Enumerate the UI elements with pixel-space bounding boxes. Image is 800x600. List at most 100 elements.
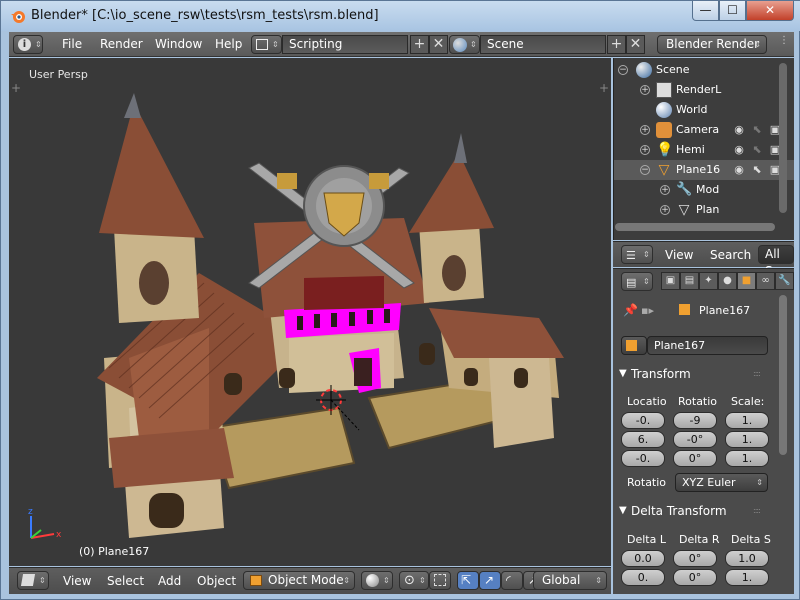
- rotation-mode-dropdown[interactable]: XYZ Euler ⇕: [675, 473, 768, 492]
- eye-icon[interactable]: ◉: [732, 123, 746, 137]
- outliner-panel[interactable]: − Scene + RenderL World + Camera ◉ ⬉ ▣ +…: [613, 58, 794, 240]
- castle-model[interactable]: z x: [9, 58, 611, 566]
- outliner-row-scene[interactable]: − Scene: [614, 60, 794, 80]
- maximize-button[interactable]: ☐: [719, 1, 746, 21]
- location-z-field[interactable]: -0.: [621, 450, 665, 467]
- outliner-display-dropdown[interactable]: All Sc: [758, 245, 794, 278]
- grip-icon: ⋮: [779, 35, 789, 46]
- scene-icon: [453, 38, 467, 52]
- object-name-field[interactable]: Plane167: [647, 336, 768, 355]
- cursor-select-icon[interactable]: ⬉: [750, 123, 764, 137]
- shading-dropdown[interactable]: ⇕: [361, 571, 393, 590]
- render-layers-tab-icon[interactable]: ▤: [680, 272, 699, 290]
- menu-file[interactable]: File: [62, 37, 82, 51]
- pivot-dropdown[interactable]: ⊙ ⇕: [399, 571, 429, 590]
- screen-layout-selector[interactable]: ⇕: [251, 35, 282, 54]
- chevron-updown-icon: ⇕: [756, 478, 763, 487]
- delta-scale-y-field[interactable]: 1.: [725, 569, 769, 586]
- collapse-icon[interactable]: −: [640, 165, 650, 175]
- info-icon: i: [18, 38, 31, 51]
- panel-grip-icon[interactable]: ::::: [753, 369, 761, 378]
- cursor-select-icon[interactable]: ⬉: [750, 143, 764, 157]
- screen-layout-field[interactable]: Scripting: [282, 35, 408, 54]
- outliner-row-world[interactable]: World: [614, 100, 794, 120]
- delta-rotation-x-field[interactable]: 0°: [673, 550, 717, 567]
- outliner-row-mesh-data[interactable]: + ▽ Plan: [614, 200, 794, 220]
- close-button[interactable]: ✕: [746, 1, 794, 21]
- outliner-horizontal-scrollbar[interactable]: [615, 223, 775, 231]
- world-tab-icon[interactable]: ●: [718, 272, 737, 290]
- outliner-vertical-scrollbar[interactable]: [779, 63, 787, 213]
- menu-window[interactable]: Window: [155, 37, 202, 51]
- rotation-x-field[interactable]: -9: [673, 412, 717, 429]
- menu-view[interactable]: View: [63, 574, 91, 588]
- collapse-icon[interactable]: −: [618, 65, 628, 75]
- modifiers-tab-icon[interactable]: 🔧: [775, 272, 794, 290]
- mode-dropdown[interactable]: Object Mode ⇕: [243, 571, 355, 590]
- delta-location-x-field[interactable]: 0.0: [621, 550, 665, 567]
- delta-scale-x-field[interactable]: 1.0: [725, 550, 769, 567]
- editor-type-button[interactable]: i ⇕: [13, 35, 43, 54]
- eye-icon[interactable]: ◉: [732, 143, 746, 157]
- object-datablock-selector[interactable]: [621, 336, 647, 355]
- delta-rotation-y-field[interactable]: 0°: [673, 569, 717, 586]
- outliner-row-plane[interactable]: − ▽ Plane16 ◉ ⬉ ▣: [614, 160, 794, 180]
- scene-tab-icon[interactable]: ✦: [699, 272, 718, 290]
- manipulator-toggle[interactable]: [429, 571, 451, 590]
- scale-x-field[interactable]: 1.: [725, 412, 769, 429]
- outliner-menu-view[interactable]: View: [665, 248, 693, 262]
- window-title: Blender* [C:\io_scene_rsw\tests\rsm_test…: [31, 8, 379, 23]
- constraints-tab-icon[interactable]: ∞: [756, 272, 775, 290]
- location-y-field[interactable]: 6.: [621, 431, 665, 448]
- outliner-menu-search[interactable]: Search: [710, 248, 751, 262]
- render-tab-icon[interactable]: ▣: [661, 272, 680, 290]
- rotate-toggle[interactable]: ↗: [479, 571, 501, 590]
- outliner-row-hemi[interactable]: + 💡 Hemi ◉ ⬉ ▣: [614, 140, 794, 160]
- scene-field[interactable]: Scene: [480, 35, 606, 54]
- properties-editor-type[interactable]: ▤ ⇕: [621, 272, 653, 291]
- delta-location-y-field[interactable]: 0.: [621, 569, 665, 586]
- add-scene-icon[interactable]: +: [607, 35, 626, 54]
- delta-location-label: Delta L: [627, 533, 666, 546]
- eye-icon[interactable]: ◉: [732, 163, 746, 177]
- scale-y-field[interactable]: 1.: [725, 431, 769, 448]
- orientation-dropdown[interactable]: Global ⇕: [533, 571, 607, 590]
- expand-icon[interactable]: +: [640, 85, 650, 95]
- editor-type-button[interactable]: ⇕: [17, 571, 49, 590]
- outliner-editor-type[interactable]: ☰ ⇕: [621, 245, 653, 264]
- translate-toggle[interactable]: ⇱: [457, 571, 479, 590]
- render-engine-dropdown[interactable]: Blender Render ⇕: [657, 35, 767, 54]
- context-chain-icon: ▪▸: [641, 304, 654, 317]
- menu-help[interactable]: Help: [215, 37, 242, 51]
- expand-icon[interactable]: +: [660, 185, 670, 195]
- 3d-viewport[interactable]: + + User Persp z x (0) Plane167: [9, 58, 611, 566]
- outliner-row-renderlayers[interactable]: + RenderL: [614, 80, 794, 100]
- scale-icon: ◜: [506, 573, 511, 587]
- minimize-button[interactable]: —: [692, 1, 719, 21]
- expand-icon[interactable]: +: [640, 125, 650, 135]
- rotation-z-field[interactable]: 0°: [673, 450, 717, 467]
- pin-icon[interactable]: 📌: [623, 303, 638, 317]
- properties-panel[interactable]: ▤ ⇕ ▣ ▤ ✦ ● ■ ∞ 🔧 📌 ▪▸ Plane167 Plane167…: [613, 268, 794, 594]
- location-x-field[interactable]: -0.: [621, 412, 665, 429]
- expand-icon[interactable]: +: [640, 145, 650, 155]
- expand-icon[interactable]: +: [660, 205, 670, 215]
- menu-add[interactable]: Add: [158, 574, 181, 588]
- delta-rotation-label: Delta R: [679, 533, 720, 546]
- outliner-row-camera[interactable]: + Camera ◉ ⬉ ▣: [614, 120, 794, 140]
- delete-scene-icon[interactable]: ✕: [626, 35, 645, 54]
- menu-object[interactable]: Object: [197, 574, 236, 588]
- scale-toggle[interactable]: ◜: [501, 571, 523, 590]
- menu-select[interactable]: Select: [107, 574, 144, 588]
- cursor-select-icon[interactable]: ⬉: [750, 163, 764, 177]
- delete-screen-icon[interactable]: ✕: [429, 35, 448, 54]
- outliner-row-modifier[interactable]: + 🔧 Mod: [614, 180, 794, 200]
- scene-selector[interactable]: ⇕: [449, 35, 480, 54]
- add-screen-icon[interactable]: +: [410, 35, 429, 54]
- rotation-y-field[interactable]: -0°: [673, 431, 717, 448]
- properties-scrollbar[interactable]: [779, 295, 787, 455]
- object-tab-icon[interactable]: ■: [737, 272, 756, 290]
- scale-z-field[interactable]: 1.: [725, 450, 769, 467]
- panel-grip-icon[interactable]: ::::: [753, 506, 761, 515]
- menu-render[interactable]: Render: [100, 37, 143, 51]
